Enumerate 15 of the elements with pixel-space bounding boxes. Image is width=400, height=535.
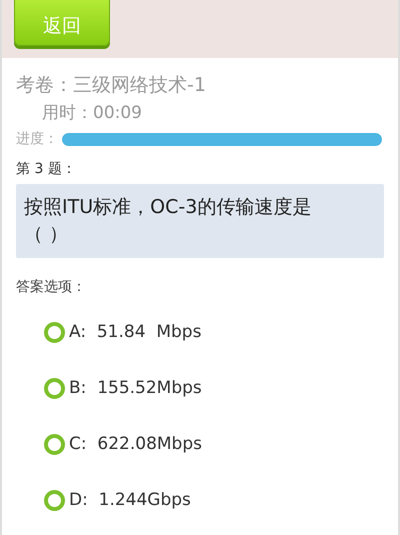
radio-button[interactable] bbox=[44, 322, 65, 342]
question-number: 第 3 题： bbox=[16, 160, 77, 179]
option-label: D: 1.244Gbps bbox=[69, 490, 191, 510]
back-button[interactable]: 返回 bbox=[14, 0, 110, 46]
elapsed-time: 用时：00:09 bbox=[41, 102, 143, 125]
option-label: B: 155.52Mbps bbox=[69, 378, 202, 398]
radio-button[interactable] bbox=[44, 490, 65, 510]
progress-label: 进度： bbox=[16, 130, 58, 148]
exam-title: 考卷：三级网络技术-1 bbox=[16, 73, 207, 98]
question-text: 按照ITU标准，OC-3的传输速度是（ ） bbox=[16, 184, 384, 258]
option-label: A: 51.84 Mbps bbox=[69, 322, 202, 342]
radio-button[interactable] bbox=[44, 378, 65, 398]
answers-heading: 答案选项： bbox=[16, 278, 87, 296]
option-label: C: 622.08Mbps bbox=[69, 434, 202, 454]
radio-button[interactable] bbox=[44, 434, 65, 454]
